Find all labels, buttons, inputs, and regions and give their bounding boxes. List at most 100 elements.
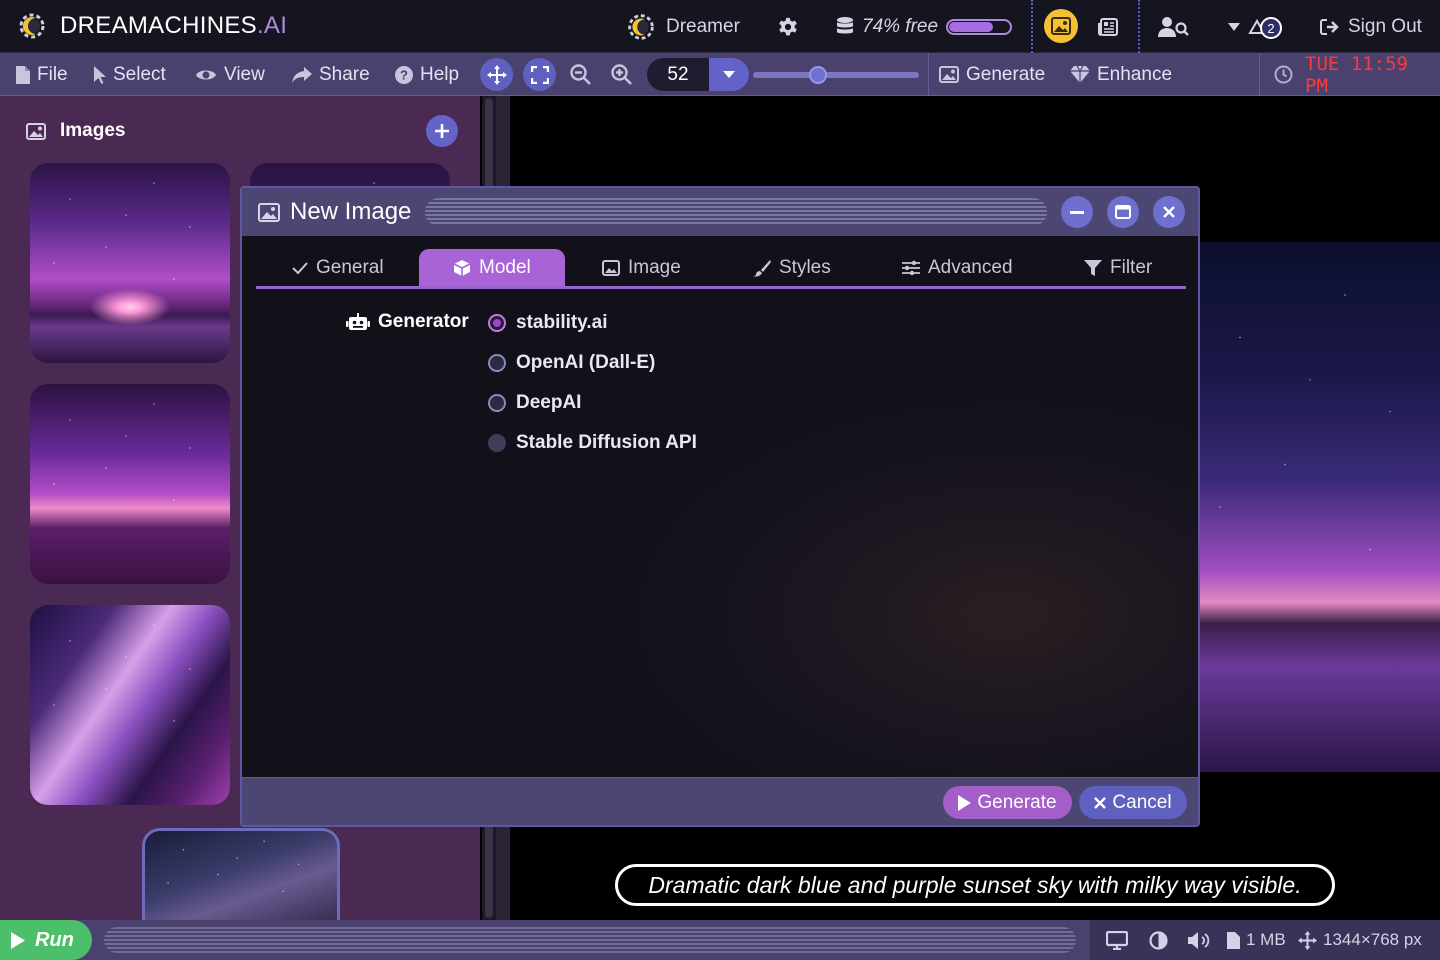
tab-image[interactable]: Image	[602, 249, 681, 286]
zoom-out-icon[interactable]	[570, 64, 591, 85]
volume-icon[interactable]	[1187, 920, 1213, 960]
image-icon	[939, 66, 959, 83]
menu-help[interactable]: ? Help	[395, 53, 459, 96]
close-button[interactable]	[1153, 196, 1185, 228]
tab-styles-label: Styles	[779, 256, 831, 278]
sign-out-label: Sign Out	[1348, 15, 1422, 37]
generator-label-text: Generator	[378, 311, 469, 332]
menu-view-label: View	[224, 63, 265, 85]
dialog-titlebar[interactable]: New Image	[242, 188, 1198, 236]
zoom-slider[interactable]	[753, 66, 919, 84]
cursor-icon	[94, 65, 106, 84]
maximize-button[interactable]	[1107, 196, 1139, 228]
radio-button[interactable]	[488, 354, 506, 372]
maximize-icon	[1115, 205, 1131, 219]
status-bar: Run 1 MB 1344×768 px	[0, 920, 1440, 960]
generator-option-deepai[interactable]: DeepAI	[488, 392, 581, 414]
tab-styles[interactable]: Styles	[753, 249, 831, 286]
sign-out-icon	[1320, 18, 1340, 36]
dialog-drag-handle[interactable]	[425, 198, 1047, 226]
clock: TUE 11:59 PM	[1274, 53, 1440, 97]
play-icon	[11, 931, 25, 949]
generator-option-stability[interactable]: stability.ai	[488, 312, 608, 334]
storage-indicator[interactable]: 74% free	[836, 0, 1013, 53]
radio-button-selected[interactable]	[488, 314, 506, 332]
logo-icon	[14, 8, 50, 44]
dialog-body: General Model Image Styles Advanced Filt…	[242, 236, 1198, 777]
storage-text: 74% free	[862, 15, 939, 37]
brand-name: DREAMACHINES.AI	[60, 12, 288, 39]
svg-text:?: ?	[400, 67, 408, 82]
profile-name: Dreamer	[666, 15, 740, 37]
generate-button[interactable]: Generate	[943, 786, 1072, 819]
app-logo[interactable]: DREAMACHINES.AI	[14, 8, 287, 44]
image-icon	[258, 202, 280, 222]
toolbar-enhance[interactable]: Enhance	[1070, 53, 1172, 96]
menu-file[interactable]: File	[16, 53, 68, 96]
monitor-icon[interactable]	[1106, 920, 1128, 960]
help-icon: ?	[395, 65, 413, 84]
file-icon	[16, 65, 30, 84]
gallery-icon	[1051, 17, 1071, 35]
dialog-title: New Image	[258, 188, 411, 236]
image-thumbnail[interactable]	[30, 605, 230, 805]
add-image-button[interactable]	[426, 115, 458, 147]
image-thumbnail[interactable]	[30, 384, 230, 584]
plus-icon	[434, 123, 450, 139]
user-search-button[interactable]	[1158, 0, 1190, 53]
zoom-select[interactable]: 52	[647, 58, 749, 91]
contrast-icon[interactable]	[1149, 920, 1168, 960]
status-bar-info: 1 MB 1344×768 px	[1090, 920, 1440, 960]
tab-filter[interactable]: Filter	[1084, 249, 1152, 286]
move-tool-button[interactable]	[480, 58, 513, 91]
menu-select[interactable]: Select	[94, 53, 166, 96]
image-thumbnail[interactable]	[30, 163, 230, 363]
newspaper-icon	[1098, 17, 1118, 36]
menu-view[interactable]: View	[195, 53, 265, 96]
zoom-slider-handle[interactable]	[809, 66, 827, 84]
image-dimensions: 1344×768 px	[1298, 920, 1422, 960]
images-panel-label: Images	[60, 120, 126, 141]
cancel-button[interactable]: Cancel	[1079, 786, 1187, 819]
zoom-in-icon[interactable]	[611, 64, 632, 85]
database-icon	[836, 16, 854, 38]
profile-menu[interactable]: Dreamer	[624, 0, 740, 53]
generator-option-stable-diffusion: Stable Diffusion API	[488, 432, 697, 454]
tab-filter-label: Filter	[1110, 256, 1153, 278]
close-icon	[1163, 206, 1175, 218]
zoom-dropdown-button[interactable]	[709, 58, 749, 91]
generator-option-label: stability.ai	[516, 312, 608, 333]
minimize-button[interactable]	[1061, 196, 1093, 228]
generator-option-openai[interactable]: OpenAI (Dall-E)	[488, 352, 655, 374]
cancel-button-label: Cancel	[1112, 791, 1172, 813]
menu-file-label: File	[37, 63, 68, 85]
run-button-label: Run	[35, 928, 74, 951]
robot-icon	[346, 313, 370, 331]
tab-model-label: Model	[479, 256, 531, 278]
radio-button-disabled	[488, 434, 506, 452]
image-thumbnail-selected[interactable]	[142, 828, 340, 920]
canvas-image[interactable]	[1190, 242, 1440, 772]
radio-button[interactable]	[488, 394, 506, 412]
fit-screen-button[interactable]	[523, 58, 556, 91]
top-bar: DREAMACHINES.AI Dreamer 74% free 2 Sign …	[0, 0, 1440, 53]
gallery-button[interactable]	[1044, 9, 1078, 43]
status-bar-grip	[104, 927, 1076, 953]
tab-general[interactable]: General	[292, 249, 384, 286]
gem-icon	[1070, 66, 1090, 83]
menu-share[interactable]: Share	[292, 53, 370, 96]
news-button[interactable]	[1098, 0, 1118, 53]
image-icon	[602, 259, 620, 276]
tab-model[interactable]: Model	[419, 249, 565, 286]
separator	[1259, 53, 1260, 96]
image-dimensions-text: 1344×768 px	[1323, 930, 1422, 949]
settings-button[interactable]	[777, 0, 799, 53]
file-size: 1 MB	[1227, 920, 1286, 960]
run-button[interactable]: Run	[0, 920, 92, 960]
toolbar: File Select View Share ? Help 52 Generat…	[0, 53, 1440, 97]
toolbar-generate[interactable]: Generate	[939, 53, 1045, 96]
tab-advanced[interactable]: Advanced	[902, 249, 1013, 286]
sign-out-button[interactable]: Sign Out	[1320, 0, 1422, 53]
clock-icon	[1274, 65, 1293, 84]
brush-icon	[753, 259, 771, 277]
